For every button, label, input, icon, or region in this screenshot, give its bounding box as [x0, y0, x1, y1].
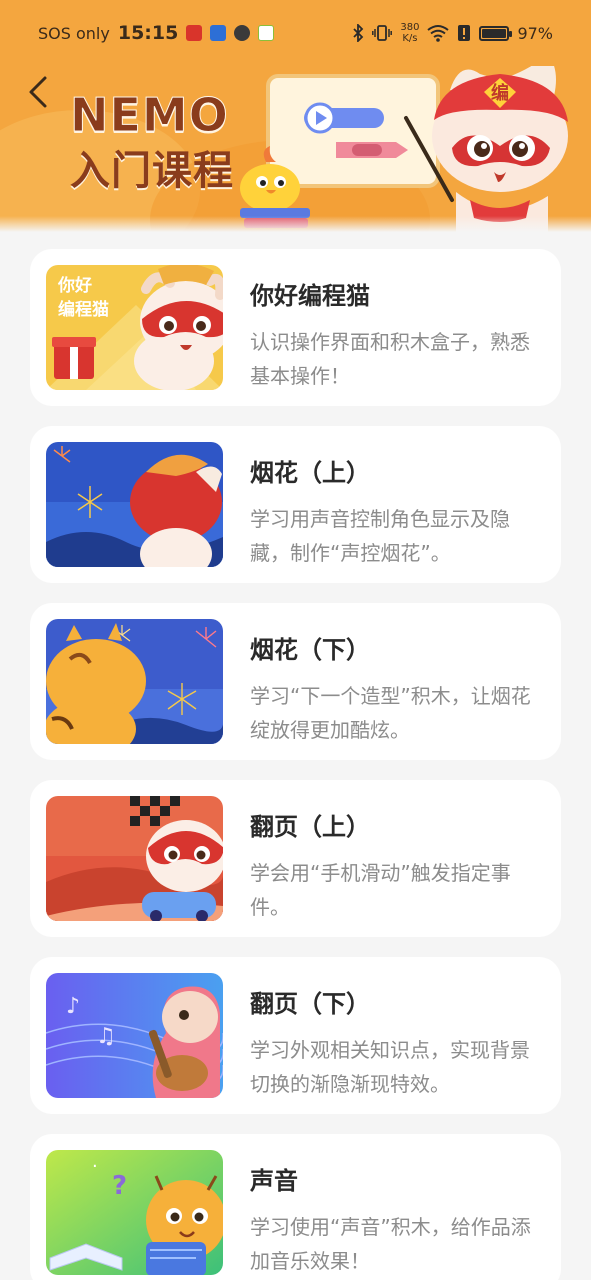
course-thumbnail: ? · — [46, 1150, 223, 1275]
back-button[interactable] — [18, 70, 58, 114]
app-notification-icon — [258, 25, 275, 41]
svg-text:♫: ♫ — [96, 1024, 116, 1049]
vibrate-icon — [372, 25, 393, 41]
course-text: 声音 学习使用“声音”积木，给作品添加音乐效果！ — [250, 1166, 540, 1278]
course-description: 学习“下一个造型”积木，让烟花绽放得更加酷炫。 — [250, 684, 531, 742]
course-thumbnail — [46, 796, 223, 921]
thumb-caption: 编程猫 — [58, 299, 109, 320]
header-fade — [0, 216, 591, 232]
course-title: 翻页（下） — [250, 990, 370, 1018]
network-speed: 380 K/s — [400, 22, 419, 44]
svg-text:♪: ♪ — [66, 994, 80, 1019]
course-card[interactable]: 烟花（上） 学习用声音控制角色显示及隐藏，制作“声控烟花”。 — [30, 426, 561, 583]
course-text: 烟花（上） 学习用声音控制角色显示及隐藏，制作“声控烟花”。 — [250, 458, 540, 570]
course-title: 烟花（下） — [250, 636, 370, 664]
course-text: 你好编程猫 认识操作界面和积木盒子，熟悉基本操作！ — [250, 281, 540, 393]
page-title: 入门课程 — [70, 148, 234, 194]
course-card[interactable]: 翻页（上） 学会用“手机滑动”触发指定事件。 — [30, 780, 561, 937]
battery-icon — [479, 25, 513, 41]
svg-text:?: ? — [112, 1171, 127, 1201]
svg-text:·: · — [92, 1156, 98, 1177]
course-card[interactable]: 烟花（下） 学习“下一个造型”积木，让烟花绽放得更加酷炫。 — [30, 603, 561, 760]
course-description: 学习外观相关知识点，实现背景切换的渐隐渐现特效。 — [250, 1038, 530, 1096]
course-title: 翻页（上） — [250, 813, 370, 841]
course-description: 学习使用“声音”积木，给作品添加音乐效果！ — [250, 1215, 531, 1273]
mascot-badge-text: 编 — [491, 82, 509, 104]
page-title-en: NEMO — [70, 88, 229, 143]
app-notification-icon — [186, 25, 203, 41]
course-thumbnail — [46, 442, 223, 567]
bluetooth-icon — [353, 24, 364, 42]
translate-notification-icon — [210, 25, 227, 41]
status-bar: SOS only 15:15 380 K/s 97% — [0, 0, 591, 66]
course-text: 翻页（上） 学会用“手机滑动”触发指定事件。 — [250, 812, 540, 924]
shield-notification-icon — [234, 25, 251, 41]
course-card[interactable]: ? · 声音 学习使用“声音”积木，给作品添加音乐效果！ — [30, 1134, 561, 1280]
chevron-left-icon — [29, 76, 47, 108]
network-speed-unit: K/s — [402, 33, 418, 44]
wifi-icon — [427, 25, 450, 42]
course-thumbnail: 你好 编程猫 — [46, 265, 223, 390]
course-title: 烟花（上） — [250, 459, 370, 487]
course-text: 翻页（下） 学习外观相关知识点，实现背景切换的渐隐渐现特效。 — [250, 989, 540, 1101]
course-card[interactable]: ♪ ♫ 翻页（下） 学习外观相关知识点，实现背景切换的渐隐渐现特效。 — [30, 957, 561, 1114]
header-illustration: 编 — [240, 54, 568, 232]
course-thumbnail — [46, 619, 223, 744]
battery-fill — [482, 28, 506, 38]
alert-icon — [458, 25, 471, 41]
course-thumbnail: ♪ ♫ — [46, 973, 223, 1098]
clock: 15:15 — [117, 22, 179, 44]
course-description: 学会用“手机滑动”触发指定事件。 — [250, 861, 511, 919]
thumb-caption: 你好 — [57, 275, 92, 296]
course-text: 烟花（下） 学习“下一个造型”积木，让烟花绽放得更加酷炫。 — [250, 635, 540, 747]
carrier-text: SOS only — [38, 23, 110, 43]
course-description: 认识操作界面和积木盒子，熟悉基本操作！ — [250, 330, 530, 388]
status-left: SOS only 15:15 — [38, 22, 275, 44]
course-card[interactable]: 你好 编程猫 你好编程猫 认识操作界面和积木盒子，熟悉基本操作！ — [30, 249, 561, 406]
status-right: 380 K/s 97% — [352, 22, 553, 44]
course-description: 学习用声音控制角色显示及隐藏，制作“声控烟花”。 — [250, 507, 510, 565]
battery-percent: 97% — [517, 23, 553, 43]
network-speed-value: 380 — [400, 22, 420, 33]
course-title: 声音 — [250, 1167, 298, 1195]
course-title: 你好编程猫 — [250, 282, 370, 310]
